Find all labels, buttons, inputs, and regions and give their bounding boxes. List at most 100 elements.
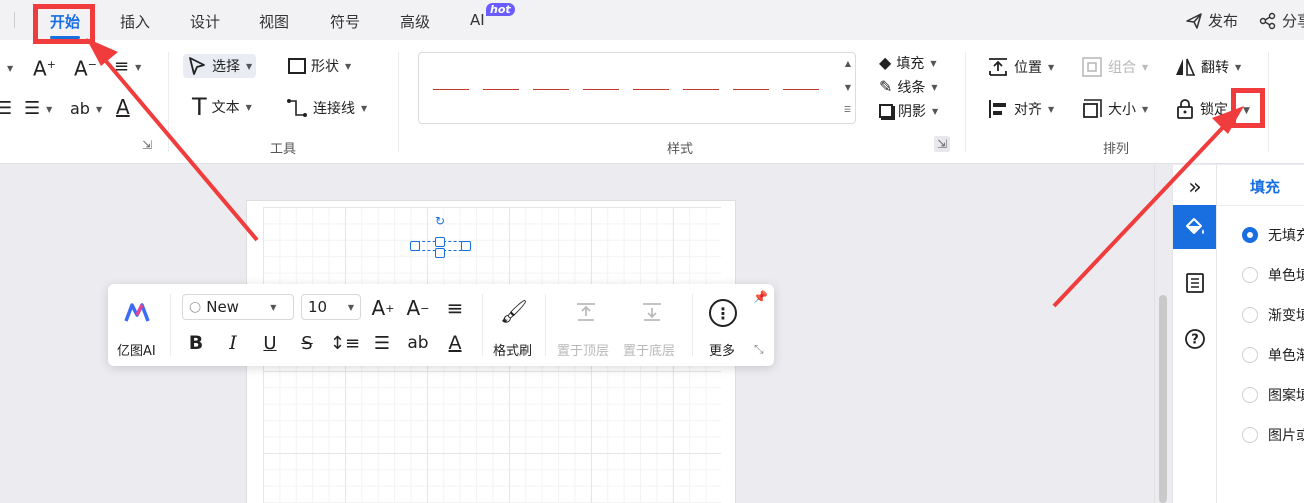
bold-icon[interactable]: B bbox=[184, 330, 208, 356]
bullet-list-icon[interactable]: ☰ bbox=[369, 330, 395, 356]
gallery-scroll-up-icon[interactable]: ▲ bbox=[845, 59, 851, 68]
increase-font-button[interactable]: A+ bbox=[33, 56, 56, 79]
line-style-sample[interactable] bbox=[583, 89, 619, 90]
group-button[interactable]: 组合 ▼ bbox=[1081, 56, 1148, 78]
fill-option-pattern[interactable]: 图案填充 bbox=[1242, 385, 1304, 405]
tab-ai[interactable]: AI bbox=[470, 11, 485, 29]
rotate-handle-icon[interactable]: ↻ bbox=[435, 214, 445, 228]
flip-button[interactable]: 翻转 ▼ bbox=[1174, 56, 1241, 78]
connector-tool-button[interactable]: 连接线 ▼ bbox=[286, 98, 367, 118]
font-family-select[interactable]: ○ Times New Roman ▼ bbox=[182, 294, 294, 320]
fill-option-gradient[interactable]: 渐变填充 bbox=[1242, 305, 1304, 325]
tab-view[interactable]: 视图 bbox=[259, 11, 289, 32]
resize-handle-right[interactable] bbox=[461, 241, 471, 251]
radio-icon[interactable] bbox=[1242, 427, 1258, 443]
tab-home[interactable]: 开始 bbox=[50, 11, 80, 32]
align-icon[interactable]: ≡ bbox=[442, 295, 468, 321]
help-icon[interactable]: ? bbox=[1173, 317, 1217, 361]
group-separator bbox=[965, 52, 966, 152]
font-family-value: Times New Roman bbox=[206, 295, 258, 319]
text-case-icon[interactable]: ab bbox=[405, 330, 431, 356]
tab-symbol[interactable]: 符号 bbox=[330, 11, 360, 32]
ai-label[interactable]: 亿图AI bbox=[117, 340, 156, 359]
line-style-sample[interactable] bbox=[683, 89, 719, 90]
gallery-scroll-down-icon[interactable]: ▼ bbox=[845, 83, 851, 92]
text-align-button[interactable]: ≡ ▼ bbox=[114, 58, 141, 76]
decrease-font-button[interactable]: A− bbox=[74, 56, 97, 79]
lock-dropdown-caret[interactable]: ▼ bbox=[1243, 106, 1250, 116]
font-color-icon[interactable]: A bbox=[442, 330, 468, 356]
font-size-select[interactable]: 10 ▼ bbox=[301, 294, 361, 320]
resize-handle-top[interactable] bbox=[435, 237, 445, 247]
line-style-sample[interactable] bbox=[533, 89, 569, 90]
svg-text:?: ? bbox=[1191, 333, 1199, 348]
resize-handle-left[interactable] bbox=[410, 241, 420, 251]
line-style-sample[interactable] bbox=[483, 89, 519, 90]
format-painter-icon[interactable]: 🖌 bbox=[500, 298, 528, 326]
send-to-bottom-icon[interactable] bbox=[640, 300, 664, 324]
bullet-list-button[interactable]: ☰ ▼ bbox=[24, 100, 52, 118]
line-style-gallery[interactable]: ▲ ▼ ☰ bbox=[418, 52, 856, 124]
fill-button[interactable]: ◆ 填充 ▼ bbox=[879, 53, 936, 73]
position-button[interactable]: 位置 ▼ bbox=[987, 56, 1054, 78]
select-tool-button[interactable]: 选择 ▼ bbox=[183, 54, 257, 78]
shape-tool-button[interactable]: 形状 ▼ bbox=[288, 56, 351, 76]
format-painter-label[interactable]: 格式刷 bbox=[493, 340, 532, 359]
canvas-scrollbar[interactable] bbox=[1154, 165, 1172, 503]
line-style-sample[interactable] bbox=[733, 89, 769, 90]
more-icon[interactable]: ⋮ bbox=[709, 299, 737, 327]
bring-to-top-icon[interactable] bbox=[574, 300, 598, 324]
more-label[interactable]: 更多 bbox=[709, 340, 735, 359]
pin-icon[interactable]: 📌 bbox=[753, 290, 768, 304]
line-spacing-icon[interactable]: ↕≡ bbox=[330, 330, 360, 356]
shadow-button[interactable]: 阴影 ▼ bbox=[879, 101, 938, 121]
collapse-panel-icon[interactable]: » bbox=[1173, 165, 1217, 209]
font-dropdown-caret[interactable]: ▼ bbox=[7, 64, 13, 73]
scrollbar-thumb[interactable] bbox=[1159, 295, 1167, 503]
font-group-launcher-icon[interactable]: ⇲ bbox=[142, 138, 152, 152]
size-button[interactable]: 大小 ▼ bbox=[1081, 98, 1148, 120]
resize-handle-bottom[interactable] bbox=[435, 248, 445, 258]
fill-option-none[interactable]: 无填充 bbox=[1242, 225, 1304, 245]
italic-icon[interactable]: I bbox=[221, 330, 245, 356]
line-style-sample[interactable] bbox=[433, 89, 469, 90]
lock-button[interactable]: 锁定 bbox=[1175, 98, 1237, 120]
fill-panel-icon[interactable] bbox=[1173, 205, 1217, 249]
underline-icon[interactable]: U bbox=[258, 330, 282, 356]
increase-font-icon[interactable]: A + bbox=[370, 295, 396, 321]
line-style-sample[interactable] bbox=[783, 89, 819, 90]
tab-insert[interactable]: 插入 bbox=[120, 11, 150, 32]
bullet-list-icon: ☰ bbox=[24, 98, 41, 119]
strikethrough-icon[interactable]: S bbox=[295, 330, 319, 356]
bring-to-top-label[interactable]: 置于顶层 bbox=[557, 340, 609, 359]
line-button[interactable]: ✎ 线条 ▼ bbox=[879, 77, 938, 97]
line-style-sample[interactable] bbox=[633, 89, 669, 90]
shadow-icon bbox=[879, 104, 893, 118]
gallery-expand-icon[interactable]: ☰ bbox=[844, 105, 851, 114]
fill-option-solid[interactable]: 单色填充 bbox=[1242, 265, 1304, 285]
style-group-launcher-icon[interactable]: ⇲ bbox=[934, 136, 951, 152]
radio-icon[interactable] bbox=[1242, 267, 1258, 283]
font-color-button[interactable]: A bbox=[116, 97, 130, 117]
tab-design[interactable]: 设计 bbox=[190, 11, 220, 32]
collapse-icon[interactable]: ⤡ bbox=[754, 342, 764, 357]
text-case-button[interactable]: ab ▼ bbox=[70, 100, 102, 118]
radio-icon[interactable] bbox=[1242, 227, 1258, 243]
group-separator bbox=[1268, 52, 1269, 152]
group-icon bbox=[1082, 57, 1102, 77]
radio-icon[interactable] bbox=[1242, 347, 1258, 363]
send-to-bottom-label[interactable]: 置于底层 bbox=[623, 340, 675, 359]
publish-button[interactable]: 发布 bbox=[1185, 10, 1238, 31]
ai-logo-icon[interactable] bbox=[120, 300, 154, 326]
radio-icon[interactable] bbox=[1242, 387, 1258, 403]
fill-option-picture[interactable]: 图片或纹理填充 bbox=[1242, 425, 1304, 445]
list-style-button[interactable]: ☰ bbox=[0, 100, 12, 118]
text-tool-button[interactable]: T 文本 ▼ bbox=[192, 95, 252, 119]
align-button[interactable]: 对齐 ▼ bbox=[987, 98, 1054, 120]
page-properties-icon[interactable] bbox=[1173, 261, 1217, 305]
radio-icon[interactable] bbox=[1242, 307, 1258, 323]
fill-option-mono-gradient[interactable]: 单色渐变填充 bbox=[1242, 345, 1304, 365]
share-button[interactable]: 分享 bbox=[1259, 10, 1304, 31]
decrease-font-icon[interactable]: A − bbox=[405, 295, 431, 321]
tab-advanced[interactable]: 高级 bbox=[400, 11, 430, 32]
